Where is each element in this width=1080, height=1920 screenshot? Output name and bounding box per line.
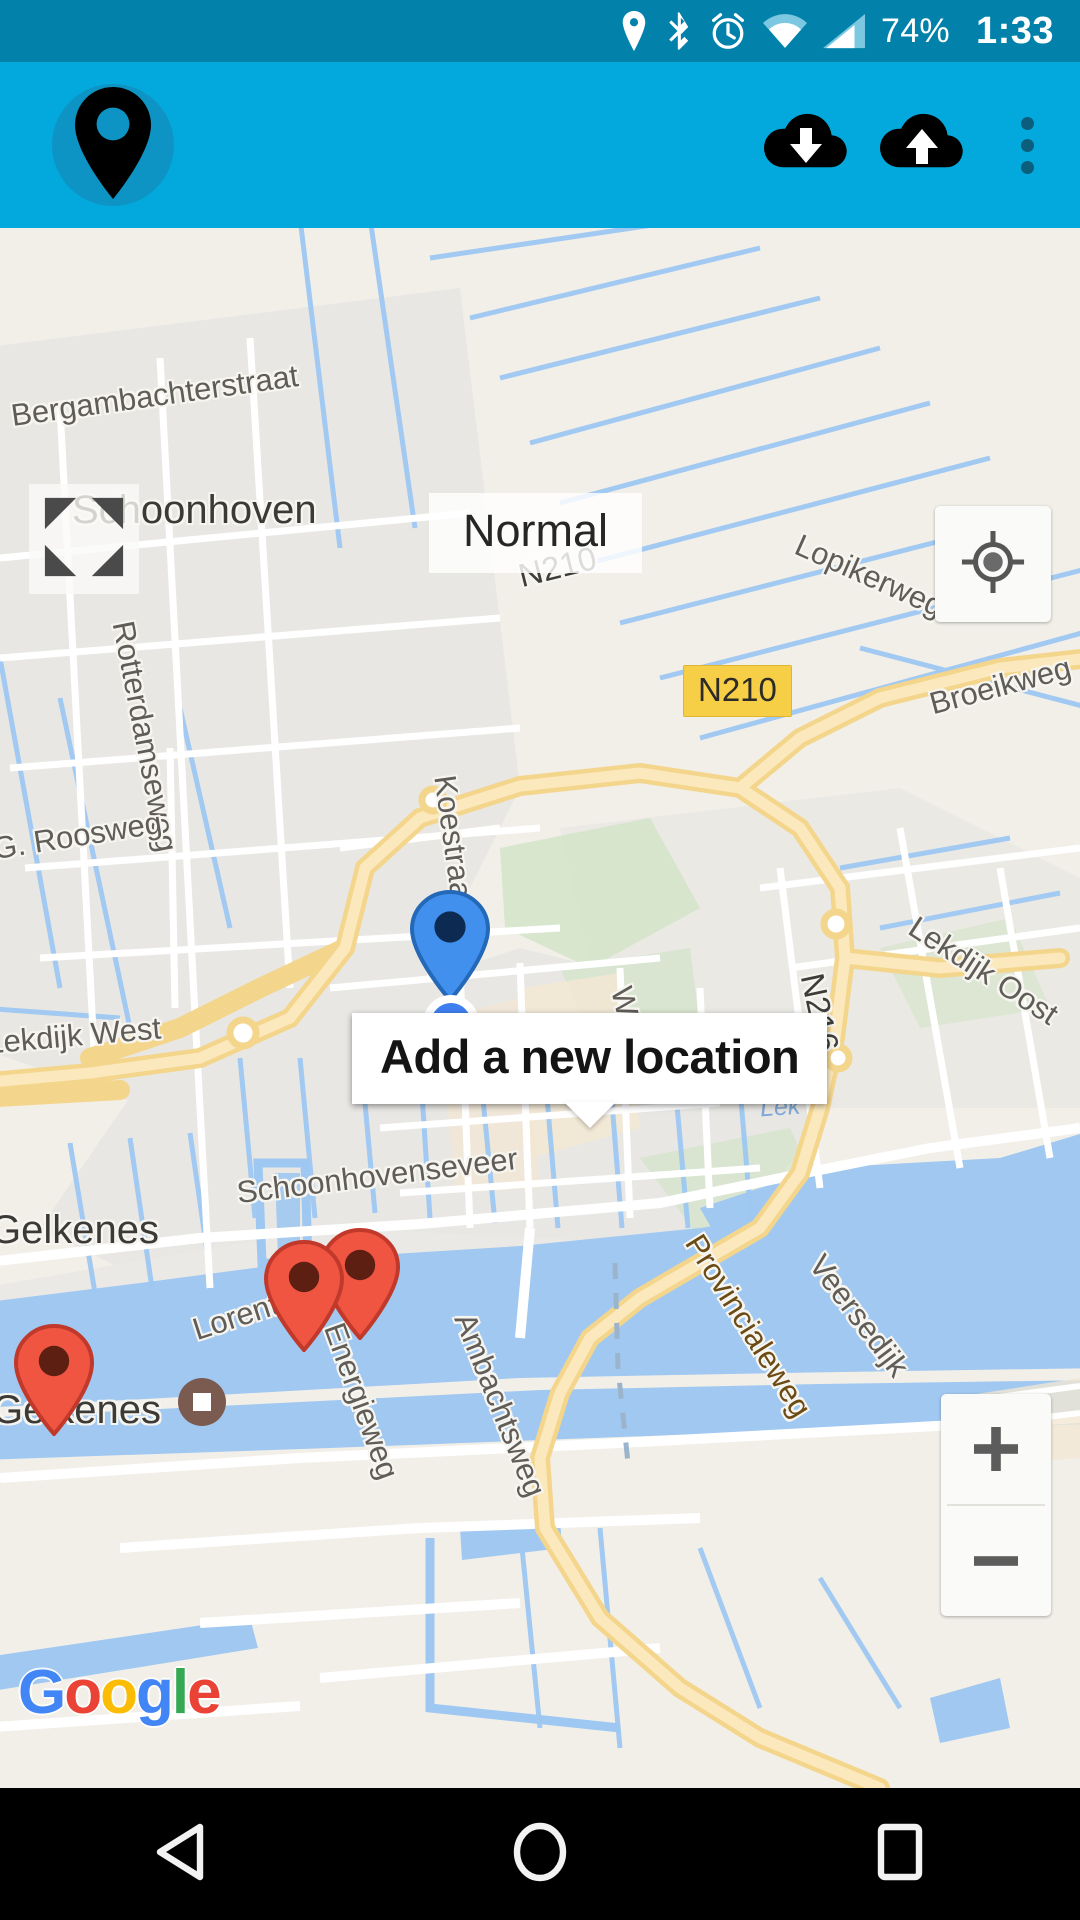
fullscreen-button[interactable] [29,484,139,594]
marker-saved-3[interactable] [12,1323,96,1441]
status-bar: 74% 1:33 [0,0,1080,62]
cloud-upload-button[interactable] [868,91,976,199]
cellular-signal-icon [822,13,865,49]
google-letter-l: l [171,1658,189,1727]
my-location-button[interactable] [935,506,1051,622]
info-window-tail [563,1102,616,1128]
fullscreen-expand-icon [41,494,127,585]
google-letter-g2: g [135,1658,174,1727]
google-letter-g1: G [18,1658,66,1727]
more-vertical-icon-dot-2 [1020,138,1034,152]
more-vertical-icon-dot-3 [1020,160,1034,174]
location-icon [619,11,649,51]
more-vertical-icon-dot-1 [1020,116,1034,130]
android-navigation-bar [0,1788,1080,1920]
cloud-download-icon [763,110,848,181]
marker-saved-1[interactable] [262,1239,346,1357]
zoom-controls [941,1394,1051,1616]
google-letter-e: e [187,1658,222,1727]
zoom-in-button[interactable] [941,1394,1051,1504]
app-bar [0,62,1080,228]
info-window-title: Add a new location [380,1030,800,1083]
overflow-menu-button[interactable] [984,91,1070,199]
phone-screen: 74% 1:33 Bergambachterstraat Schoonhoven… [0,0,1080,1920]
zoom-out-button[interactable] [941,1506,1051,1616]
poi-marker-icon [178,1378,226,1426]
plus-icon [974,1427,1018,1471]
alarm-icon [709,11,747,51]
minus-icon [974,1556,1018,1566]
my-location-crosshair-icon [960,529,1026,600]
map-canvas[interactable]: Bergambachterstraat Schoonhoven Rotterda… [0,228,1080,1788]
google-attribution-logo: Google [18,1657,222,1728]
info-window[interactable]: Add a new location [352,1013,828,1128]
cloud-download-button[interactable] [752,91,860,199]
nav-home-button[interactable] [440,1788,640,1920]
square-recents-icon [877,1823,923,1886]
cloud-upload-icon [879,110,964,181]
google-letter-o2: o [100,1658,138,1727]
bluetooth-icon [665,11,693,51]
triangle-back-icon [154,1823,206,1886]
highway-shield-n210: N210 [683,665,792,717]
app-logo [52,84,174,206]
battery-percent: 74% [880,11,950,50]
nav-recents-button[interactable] [800,1788,1000,1920]
map-type-label[interactable]: Normal [429,493,643,573]
map-pin-logo-icon [67,86,159,204]
google-letter-o1: o [64,1658,102,1727]
circle-home-icon [512,1822,568,1887]
map-tiles [0,228,1080,1788]
status-time: 1:33 [975,9,1054,52]
wifi-icon [762,13,807,49]
marker-new-location[interactable] [408,889,492,1007]
nav-back-button[interactable] [80,1788,280,1920]
app-bar-actions [752,62,1070,228]
